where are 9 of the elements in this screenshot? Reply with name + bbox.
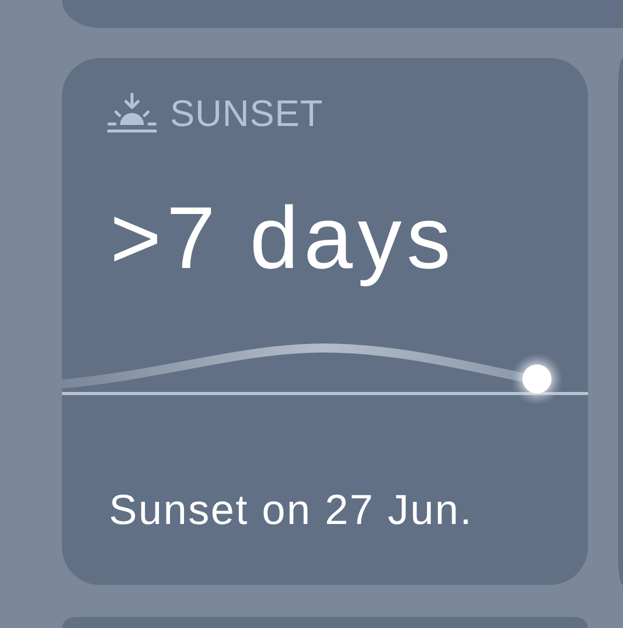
widget-card[interactable] xyxy=(62,617,588,628)
sun-marker-icon xyxy=(511,352,563,405)
time-until-value: >7 days xyxy=(110,187,457,289)
sunset-date-text: Sunset on 27 Jun. xyxy=(109,484,474,535)
widget-card[interactable] xyxy=(618,58,623,585)
widget-card[interactable] xyxy=(62,0,623,28)
widget-title: SUNSET xyxy=(170,94,324,132)
widget-card[interactable]: SUNSET >7 days Sunset on 27 Jun. xyxy=(62,58,588,585)
sunset-icon xyxy=(107,93,157,133)
